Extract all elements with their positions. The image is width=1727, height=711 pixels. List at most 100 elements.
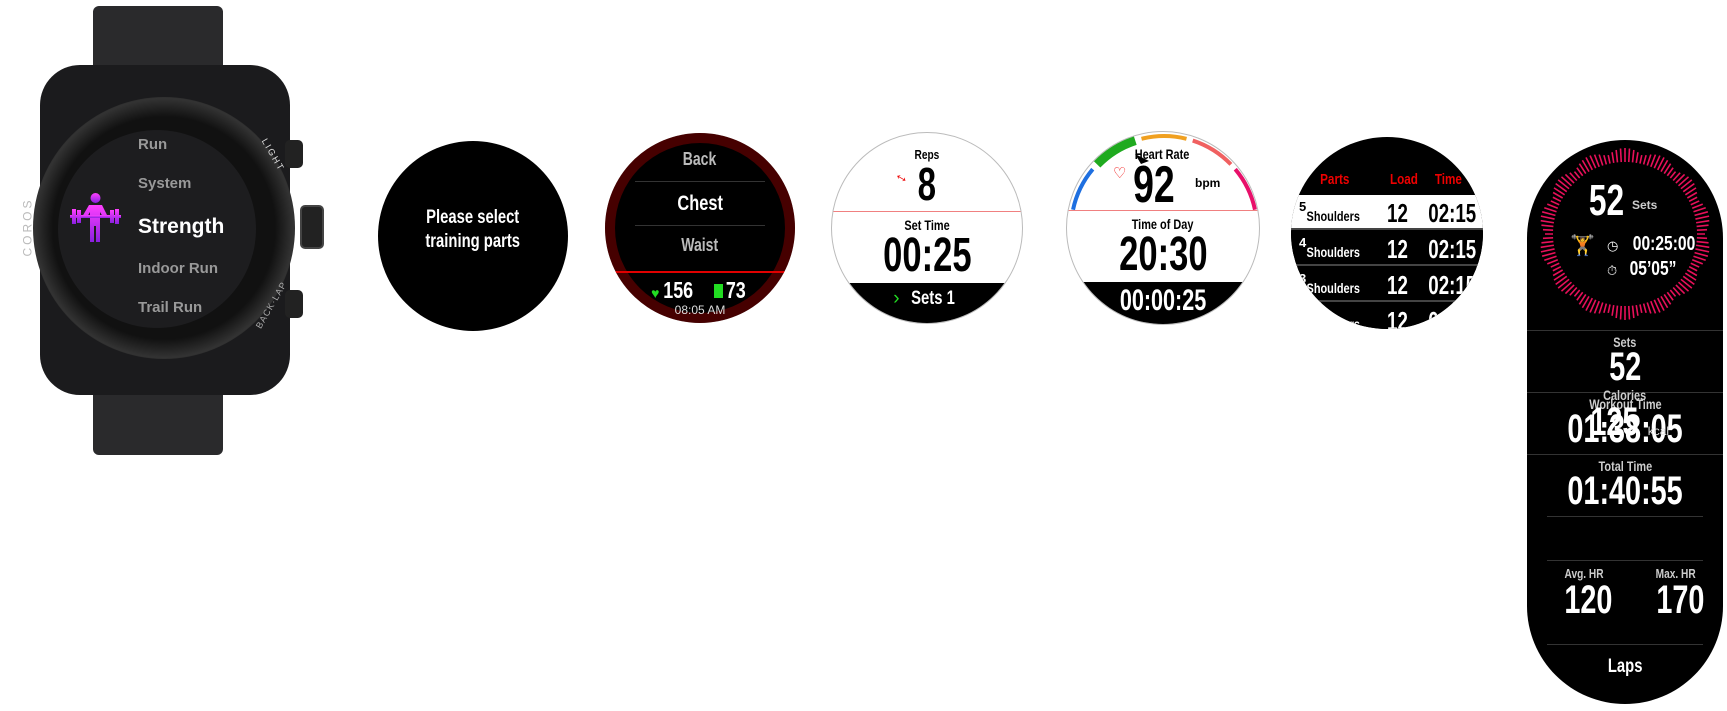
prompt-line-1: Please select [426,207,520,228]
ring-tick [1696,224,1709,228]
watch-screen: Run System Strength Indoor Run Trail Run [58,130,256,328]
parts-screen: Back Chest Waist ♥ 156 73 08:05 AM [605,133,795,323]
ring-tick [1550,262,1560,268]
ring-tick [1696,228,1708,232]
pace-value: 05’05” [1629,258,1677,280]
ring-tick [1650,300,1657,314]
watch-device: COROS LIGHT BACK·LAP Run System Strength… [0,0,340,460]
ring-tick [1688,265,1698,272]
menu-item-trail-run[interactable]: Trail Run [138,299,202,316]
summary-screen: 52 Sets 🏋 ◷ 00:25:00 ⏱ 05’05” Sets 52 Wor… [1527,140,1723,704]
ring-tick [1691,203,1704,209]
ring-tick [1541,211,1556,217]
summary-value: 01:38:05 [1567,407,1683,451]
header-time: Time [1434,171,1462,188]
ring-tick [1693,255,1706,261]
ring-tick [1695,215,1710,220]
menu-item-run[interactable]: Run [138,136,167,153]
row-part: Shoulders [1306,316,1360,329]
ring-tick [1546,259,1559,265]
header-load: Load [1389,171,1418,188]
timer-value: 00:00:25 [1119,284,1207,317]
row-number: 5 [1299,199,1307,214]
ring-tick [1603,303,1608,313]
part-item-chest[interactable]: Chest [677,192,723,216]
hr-value: 92 [1133,156,1175,214]
divider [1547,560,1703,561]
ring-tick [1544,207,1557,213]
ring-tick [1598,302,1604,314]
ring-tick [1540,244,1555,249]
menu-item-strength[interactable]: Strength [138,215,224,239]
ring-tick [1615,149,1619,163]
strength-icon: 🏋 [1570,235,1595,257]
summary-row: Total Time 01:40:55 [1527,454,1723,516]
timer-band: 00:00:25 [1067,282,1259,324]
avg-hr-value: 120 [1564,578,1613,622]
clock-time: 08:05 AM [674,303,726,317]
tod-value: 20:30 [1118,228,1208,281]
row-load: 12 [1387,198,1408,228]
reps-screen: Reps ↔ 8 Set Time 00:25 › Sets 1 [831,132,1023,324]
part-item-waist[interactable]: Waist [682,235,719,256]
ring-tick [1635,152,1639,164]
duration-value: 00:25:00 [1632,233,1696,255]
ring-tick [1650,154,1657,168]
sets-unit: Sets [1632,198,1658,212]
ring-tick [1639,304,1643,314]
ring-tick [1635,304,1639,316]
reps-value: 8 [917,158,937,210]
brand-label: COROS [20,197,35,257]
sets-total: 52 [1588,176,1625,225]
ring-tick [1688,196,1698,203]
sets-count: Sets 1 [910,288,955,309]
ring-tick [1540,248,1555,253]
ring-tick [1690,200,1700,206]
table-row[interactable]: 5 Shoulders 12 02:15 [1291,195,1483,230]
ring-tick [1593,300,1600,314]
row-time: 02:15 [1428,198,1477,228]
ring-tick [1642,155,1647,165]
ring-tick [1669,171,1677,179]
ring-tick [1639,154,1643,164]
ring-tick [1542,228,1554,232]
ring-tick [1542,236,1554,240]
menu-item-system[interactable]: System [138,175,191,192]
heart-rate-value: 156 [663,277,694,303]
row-time: 02:15 [1428,270,1477,300]
row-load: 12 [1387,270,1408,300]
ring-tick [1646,302,1652,314]
strength-icon [68,192,123,247]
laps-button[interactable]: Laps [1608,656,1643,678]
ring-tick [1552,196,1562,203]
ring-tick [1642,303,1647,313]
menu-item-indoor-run[interactable]: Indoor Run [138,260,218,277]
table-row[interactable]: 3 Shoulders 12 02:15 [1291,267,1483,302]
header-parts: Parts [1320,171,1350,188]
summary-row: Workout Time 01:38:05 [1527,392,1723,454]
heart-icon: ♥ [651,285,660,301]
sets-band: › Sets 1 [832,283,1022,323]
row-time: 02:15 [1428,306,1477,329]
ring-tick [1693,207,1706,213]
table-row[interactable]: 4 Shoulders 12 02:15 [1291,231,1483,266]
light-button[interactable] [285,140,303,168]
battery-value: 73 [726,277,747,303]
ring-tick [1631,149,1635,163]
ring-tick [1541,240,1554,244]
ring-tick [1552,265,1562,272]
row-part: Shoulders [1306,208,1360,224]
ring-tick [1573,171,1581,179]
ring-tick [1573,289,1581,297]
heart-rate-screen: ♡ Heart Rate 92 bpm Time of Day 20:30 00… [1066,131,1260,325]
table-row[interactable]: 2 Shoulders 12 02:15 [1291,303,1483,329]
hr-summary: Avg. HR 120 Max. HR 170 [1527,566,1723,636]
ring-tick [1598,154,1604,166]
back-lap-button[interactable] [285,290,303,318]
ring-tick [1619,305,1623,320]
ring-tick [1541,224,1554,228]
ring-tick [1611,304,1615,316]
ring-tick [1619,148,1623,163]
part-item-back[interactable]: Back [683,149,717,170]
crown-button[interactable] [300,205,324,249]
